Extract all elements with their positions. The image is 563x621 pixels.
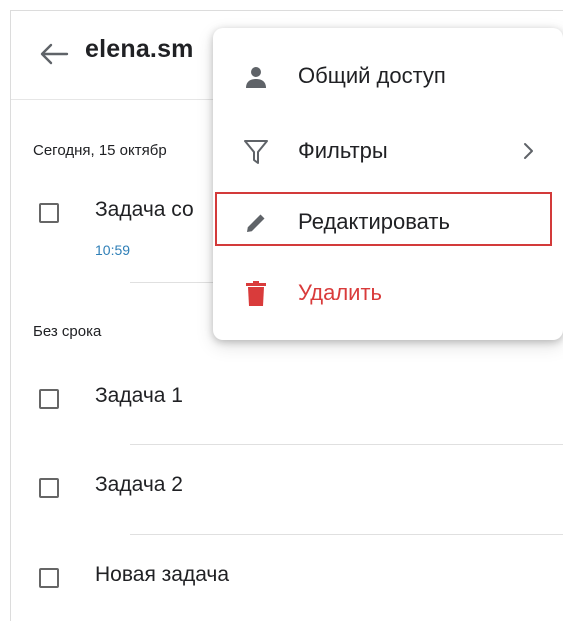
menu-item-label: Фильтры — [298, 138, 388, 163]
overflow-menu: Общий доступ Фильтры Редактировать Удали… — [213, 28, 563, 340]
page-title: elena.sm — [85, 35, 194, 63]
section-label-no-date: Без срока — [33, 323, 102, 340]
list-divider — [130, 534, 563, 535]
menu-item-filters[interactable]: Фильтры — [213, 116, 563, 186]
task-title[interactable]: Задача 2 — [95, 473, 183, 497]
filter-icon — [241, 138, 271, 166]
list-divider — [130, 444, 563, 445]
menu-item-edit[interactable]: Редактировать — [213, 187, 563, 257]
task-time: 10:59 — [95, 242, 131, 258]
task-title[interactable]: Задача со — [95, 198, 194, 222]
app-screen: elena.sm Сегодня, 15 октябр Задача со 10… — [0, 0, 563, 621]
chevron-right-icon — [521, 140, 537, 162]
task-checkbox[interactable] — [39, 389, 59, 409]
menu-item-label: Удалить — [298, 280, 382, 305]
task-title[interactable]: Новая задача — [95, 563, 229, 587]
menu-item-label: Общий доступ — [298, 63, 446, 88]
menu-item-label: Редактировать — [298, 209, 450, 234]
frame-border-left — [10, 10, 11, 621]
task-checkbox[interactable] — [39, 478, 59, 498]
back-arrow-icon[interactable] — [37, 37, 71, 71]
task-checkbox[interactable] — [39, 203, 59, 223]
menu-item-delete[interactable]: Удалить — [213, 258, 563, 328]
task-checkbox[interactable] — [39, 568, 59, 588]
task-title[interactable]: Задача 1 — [95, 384, 183, 408]
section-label-today: Сегодня, 15 октябр — [33, 142, 167, 159]
menu-item-share[interactable]: Общий доступ — [213, 41, 563, 111]
trash-icon — [241, 280, 271, 308]
pencil-icon — [241, 209, 271, 237]
person-icon — [241, 63, 271, 91]
